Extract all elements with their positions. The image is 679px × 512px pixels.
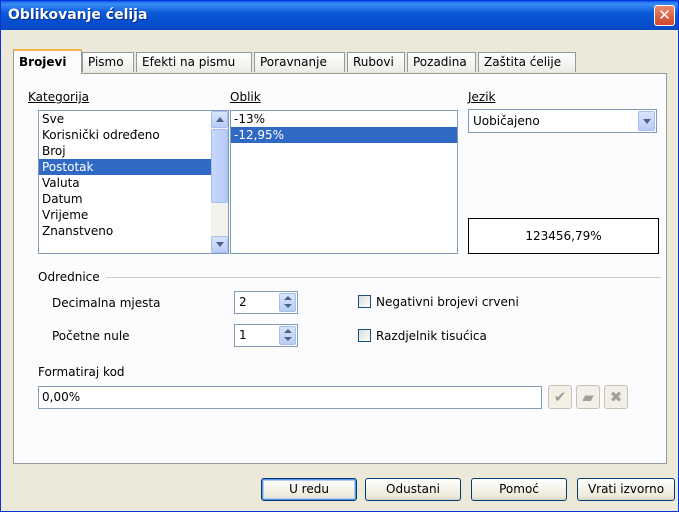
chevron-down-icon (216, 242, 224, 247)
language-select[interactable]: Uobičajeno (468, 109, 657, 133)
title-bar[interactable]: Oblikovanje ćelija ✕ (1, 1, 678, 30)
chevron-up-icon[interactable] (284, 329, 292, 333)
category-scrollbar[interactable] (211, 111, 228, 253)
category-item[interactable]: Valuta (39, 175, 228, 191)
tab-pozadina[interactable]: Pozadina (407, 52, 476, 72)
chevron-down-icon[interactable] (284, 337, 292, 341)
dialog-title: Oblikovanje ćelija (8, 7, 148, 23)
checkmark-icon: ✔ (553, 388, 567, 406)
tab-zastita-celije[interactable]: Zaštita ćelije (478, 52, 576, 72)
language-value: Uobičajeno (473, 114, 540, 128)
cancel-button[interactable]: Odustani (365, 478, 461, 501)
delete-format-button[interactable]: ✖ (604, 385, 628, 409)
decimal-places-spinner[interactable]: 2 (234, 291, 298, 314)
reset-button[interactable]: Vrati izvorno (577, 478, 675, 501)
chevron-up-icon[interactable] (284, 296, 292, 300)
format-code-input[interactable]: 0,00% (38, 386, 542, 409)
scroll-down-button[interactable] (211, 236, 228, 253)
category-item[interactable]: Broj (39, 143, 228, 159)
preview-value: 123456,79% (525, 229, 602, 243)
options-group-label: Odrednice (38, 270, 100, 284)
format-preview: 123456,79% (468, 218, 659, 254)
negative-red-label[interactable]: Negativni brojevi crveni (376, 295, 519, 309)
delete-icon: ✖ (609, 388, 623, 406)
tab-brojevi[interactable]: Brojevi (13, 49, 82, 74)
options-separator (106, 277, 661, 278)
chevron-down-icon[interactable] (284, 304, 292, 308)
tab-poravnanje[interactable]: Poravnanje (254, 52, 345, 72)
category-label: Kategorija (28, 90, 90, 104)
decimal-places-stepper[interactable] (279, 293, 296, 312)
leading-zeros-value: 1 (239, 328, 247, 342)
tab-efekti-na-pismu[interactable]: Efekti na pismu (136, 52, 252, 72)
thousands-separator-label[interactable]: Razdjelnik tisućica (376, 329, 487, 343)
format-item-selected[interactable]: -12,95% (231, 127, 457, 143)
ok-button[interactable]: U redu (261, 478, 357, 501)
help-button[interactable]: Pomoć (471, 478, 567, 501)
format-listbox[interactable]: -13% -12,95% (230, 110, 458, 254)
chevron-down-icon (643, 119, 651, 124)
language-dropdown-button[interactable] (638, 111, 655, 131)
edit-comment-button[interactable]: ▰ (576, 385, 600, 409)
negative-red-checkbox[interactable] (358, 295, 371, 308)
thousands-separator-checkbox[interactable] (358, 329, 371, 342)
format-code-label: Formatiraj kod (38, 365, 125, 379)
chevron-up-icon (216, 117, 224, 122)
leading-zeros-label: Početne nule (52, 329, 130, 343)
category-listbox[interactable]: Sve Korisnički određeno Broj Postotak Va… (38, 110, 229, 254)
category-item[interactable]: Znanstveno (39, 223, 228, 239)
tab-panel-brojevi: Kategorija Sve Korisnički određeno Broj … (13, 73, 667, 464)
scroll-thumb[interactable] (211, 129, 228, 203)
comment-icon: ▰ (582, 388, 594, 406)
dialog-window: Oblikovanje ćelija ✕ Brojevi Pismo Efekt… (0, 0, 679, 512)
category-item[interactable]: Sve (39, 111, 228, 127)
close-button[interactable]: ✕ (654, 5, 675, 26)
format-item[interactable]: -13% (231, 111, 457, 127)
leading-zeros-stepper[interactable] (279, 326, 296, 345)
accept-format-button[interactable]: ✔ (548, 385, 572, 409)
tab-pismo[interactable]: Pismo (82, 52, 134, 72)
decimal-places-value: 2 (239, 295, 247, 309)
category-item-selected[interactable]: Postotak (39, 159, 211, 175)
category-item[interactable]: Korisnički određeno (39, 127, 228, 143)
leading-zeros-spinner[interactable]: 1 (234, 324, 298, 347)
category-item[interactable]: Vrijeme (39, 207, 228, 223)
tab-rubovi[interactable]: Rubovi (347, 52, 405, 72)
decimal-places-label: Decimalna mjesta (52, 296, 161, 310)
scroll-up-button[interactable] (211, 111, 228, 128)
close-icon: ✕ (658, 6, 671, 24)
category-item[interactable]: Datum (39, 191, 228, 207)
language-label: Jezik (468, 90, 496, 104)
format-label: Oblik (230, 90, 261, 104)
